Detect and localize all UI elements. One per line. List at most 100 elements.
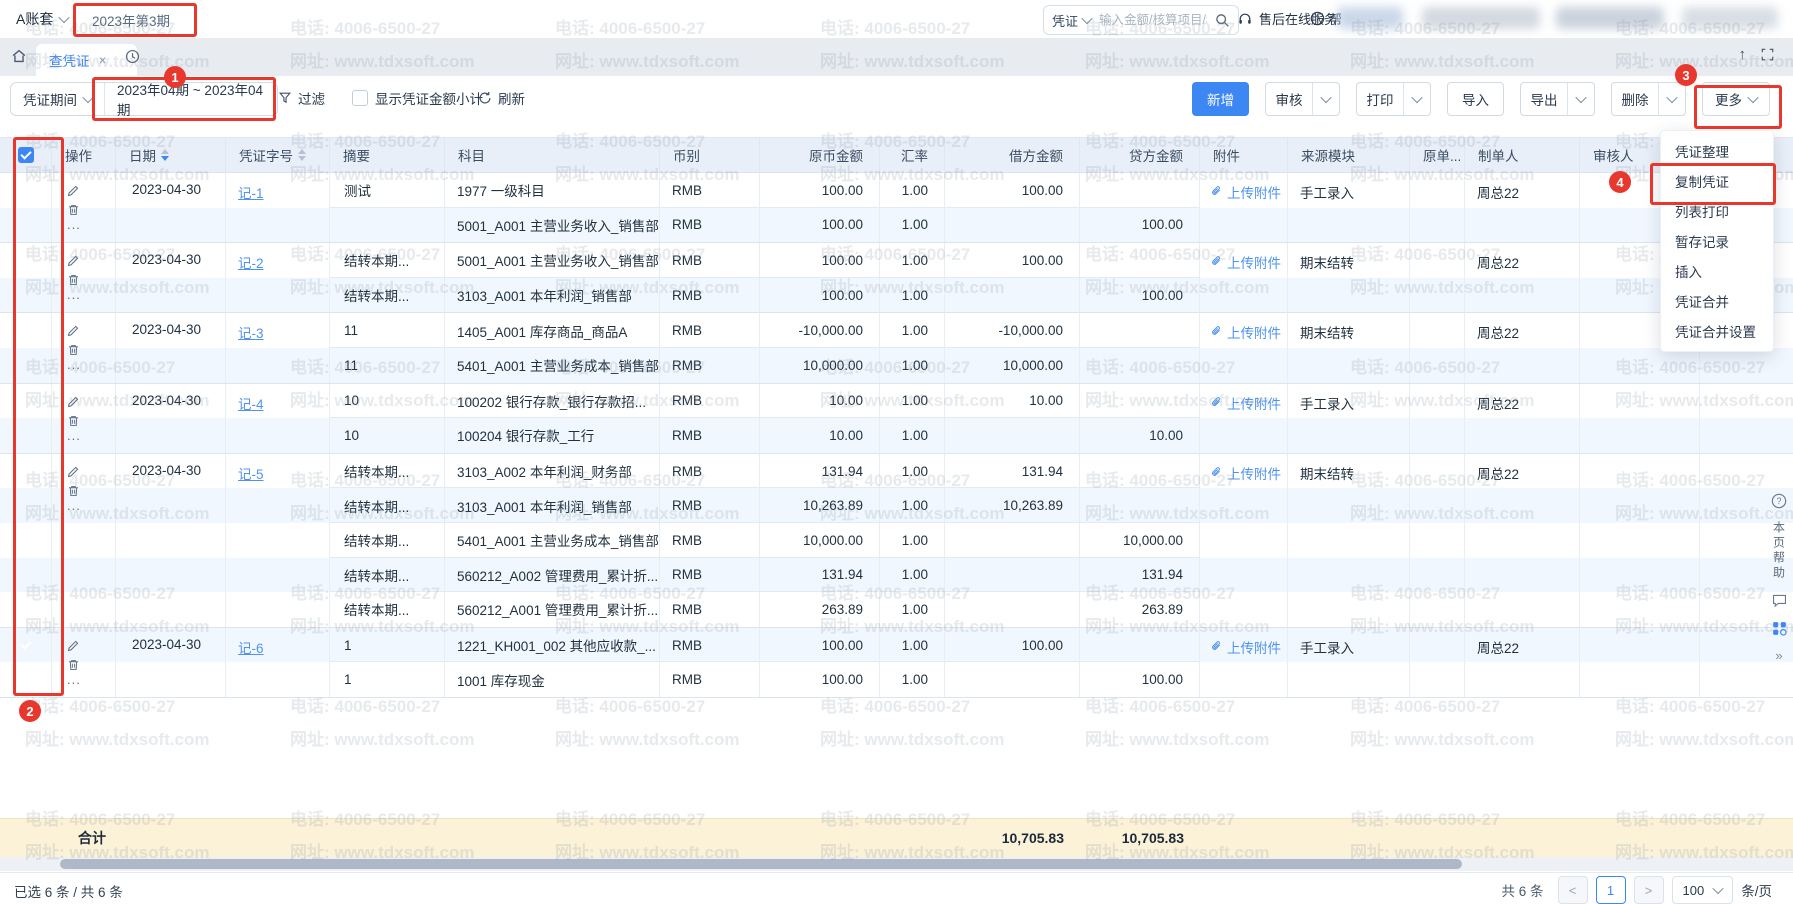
- subtotal-checkbox[interactable]: [352, 90, 368, 106]
- scrollbar-thumb[interactable]: [60, 859, 1462, 869]
- period-range-picker[interactable]: 2023年04期 ~ 2023年04期: [105, 83, 277, 115]
- fullscreen-icon[interactable]: [1760, 47, 1775, 62]
- table-header-row: 操作日期凭证字号摘要科目币别原币金额汇率借方金额贷方金额附件来源模块原单...制…: [0, 137, 1793, 172]
- select-all-checkbox[interactable]: [18, 147, 34, 163]
- app-window: A账套 2023年第3期 凭证 售后在线服务 ? 帮: [0, 0, 1793, 904]
- cell-debit: 10.00: [945, 384, 1080, 419]
- search-icon[interactable]: [1215, 13, 1230, 28]
- menu-item-1[interactable]: 凭证整理: [1661, 136, 1773, 166]
- voucher-no-link[interactable]: 记-5: [238, 467, 264, 482]
- edit-icon[interactable]: [67, 465, 115, 478]
- edit-icon[interactable]: [67, 639, 115, 652]
- more-button[interactable]: 更多: [1702, 82, 1770, 116]
- add-button[interactable]: 新增: [1192, 82, 1249, 116]
- delete-icon[interactable]: [67, 658, 115, 672]
- cell-summary: 结转本期...: [330, 243, 445, 278]
- global-search[interactable]: 凭证: [1043, 5, 1239, 35]
- close-icon[interactable]: ×: [99, 53, 107, 67]
- search-category-select[interactable]: 凭证: [1052, 11, 1091, 30]
- export-button[interactable]: 导出: [1521, 83, 1567, 115]
- show-subtotal-toggle[interactable]: 显示凭证金额小计: [352, 82, 483, 114]
- delete-button[interactable]: 删除: [1612, 83, 1658, 115]
- menu-item-2-highlighted[interactable]: 复制凭证: [1661, 166, 1773, 196]
- more-ops-icon[interactable]: ...: [67, 293, 115, 297]
- row-operations: ...: [52, 173, 116, 242]
- period-type-select[interactable]: 凭证期间: [11, 83, 105, 115]
- page-size-select[interactable]: 100: [1672, 876, 1734, 904]
- edit-icon[interactable]: [67, 324, 115, 337]
- chat-icon[interactable]: [1771, 592, 1788, 609]
- menu-item-5[interactable]: 插入: [1661, 256, 1773, 286]
- upload-attachment-link[interactable]: 上传附件: [1200, 384, 1288, 453]
- menu-item-6[interactable]: 凭证合并: [1661, 286, 1773, 316]
- status-bar: 已选 6 条 / 共 6 条 共 6 条 < 1 > 100 条/页: [0, 872, 1793, 904]
- delete-icon[interactable]: [67, 484, 115, 498]
- next-page-button[interactable]: >: [1634, 876, 1664, 904]
- search-input[interactable]: [1097, 12, 1209, 28]
- voucher-no-link[interactable]: 记-2: [238, 256, 264, 271]
- menu-item-4[interactable]: 暂存记录: [1661, 226, 1773, 256]
- import-button[interactable]: 导入: [1447, 82, 1504, 116]
- tabbar-right-icons: ↑: [1739, 46, 1776, 63]
- more-ops-icon[interactable]: ...: [67, 223, 115, 227]
- current-page-button[interactable]: 1: [1596, 876, 1626, 904]
- edit-icon[interactable]: [67, 184, 115, 197]
- prev-page-button[interactable]: <: [1558, 876, 1588, 904]
- voucher-no-link[interactable]: 记-1: [238, 186, 264, 201]
- collapse-chevron-icon[interactable]: »: [1775, 648, 1782, 663]
- current-period-label: 2023年第3期: [92, 10, 170, 30]
- filter-button[interactable]: 过滤: [278, 82, 325, 114]
- delete-dropdown-button[interactable]: [1658, 83, 1685, 115]
- voucher-no-link[interactable]: 记-4: [238, 397, 264, 412]
- collapse-up-icon[interactable]: ↑: [1739, 46, 1747, 63]
- more-ops-icon[interactable]: ...: [67, 504, 115, 508]
- delete-icon[interactable]: [67, 414, 115, 428]
- edit-icon[interactable]: [67, 254, 115, 267]
- history-clock-icon[interactable]: [124, 48, 141, 70]
- line-divider: [330, 487, 1200, 488]
- more-ops-icon[interactable]: ...: [67, 363, 115, 367]
- line-divider: [330, 557, 1200, 558]
- audit-button[interactable]: 审核: [1266, 83, 1312, 115]
- delete-icon[interactable]: [67, 273, 115, 287]
- export-dropdown-button[interactable]: [1567, 83, 1594, 115]
- delete-icon[interactable]: [67, 343, 115, 357]
- voucher-no-link[interactable]: 记-6: [238, 641, 264, 656]
- voucher-no-link[interactable]: 记-3: [238, 326, 264, 341]
- upload-attachment-link[interactable]: 上传附件: [1200, 243, 1288, 312]
- more-ops-icon[interactable]: ...: [67, 434, 115, 438]
- column-header-2[interactable]: 日期: [116, 138, 226, 172]
- upload-attachment-link[interactable]: 上传附件: [1200, 454, 1288, 627]
- menu-item-7[interactable]: 凭证合并设置: [1661, 316, 1773, 346]
- print-button[interactable]: 打印: [1357, 83, 1403, 115]
- column-header-3[interactable]: 凭证字号: [226, 138, 330, 172]
- home-icon[interactable]: [10, 47, 28, 70]
- refresh-label: 刷新: [498, 88, 525, 108]
- origin-doc: [1410, 454, 1465, 627]
- tab-voucher-list[interactable]: 查凭证 ×: [36, 44, 137, 76]
- cell-rate: 1.00: [880, 243, 945, 278]
- page-help-vertical-label[interactable]: 本页帮助: [1771, 521, 1788, 581]
- cell-credit: 100.00: [1080, 208, 1200, 243]
- cell-credit: [1080, 454, 1200, 489]
- delete-icon[interactable]: [67, 203, 115, 217]
- refresh-button[interactable]: 刷新: [478, 82, 525, 114]
- audit-dropdown-button[interactable]: [1312, 83, 1339, 115]
- cell-credit: 100.00: [1080, 278, 1200, 313]
- feedback-circle-icon[interactable]: ?: [1770, 492, 1788, 510]
- account-set-selector[interactable]: A账套: [16, 9, 68, 29]
- upload-attachment-link[interactable]: 上传附件: [1200, 313, 1288, 382]
- cell-rate: 1.00: [880, 208, 945, 243]
- upload-attachment-link[interactable]: 上传附件: [1200, 173, 1288, 242]
- cell-rate: 1.00: [880, 278, 945, 313]
- print-dropdown-button[interactable]: [1403, 83, 1430, 115]
- column-header-10: 贷方金额: [1080, 138, 1200, 172]
- more-ops-icon[interactable]: ...: [67, 678, 115, 682]
- auditor: [1580, 384, 1700, 453]
- chevron-down-icon: [1713, 883, 1724, 894]
- horizontal-scrollbar[interactable]: [0, 857, 1793, 871]
- menu-item-3[interactable]: 列表打印: [1661, 196, 1773, 226]
- edit-icon[interactable]: [67, 395, 115, 408]
- apps-grid-icon[interactable]: [1771, 620, 1788, 637]
- upload-attachment-link[interactable]: 上传附件: [1200, 628, 1288, 697]
